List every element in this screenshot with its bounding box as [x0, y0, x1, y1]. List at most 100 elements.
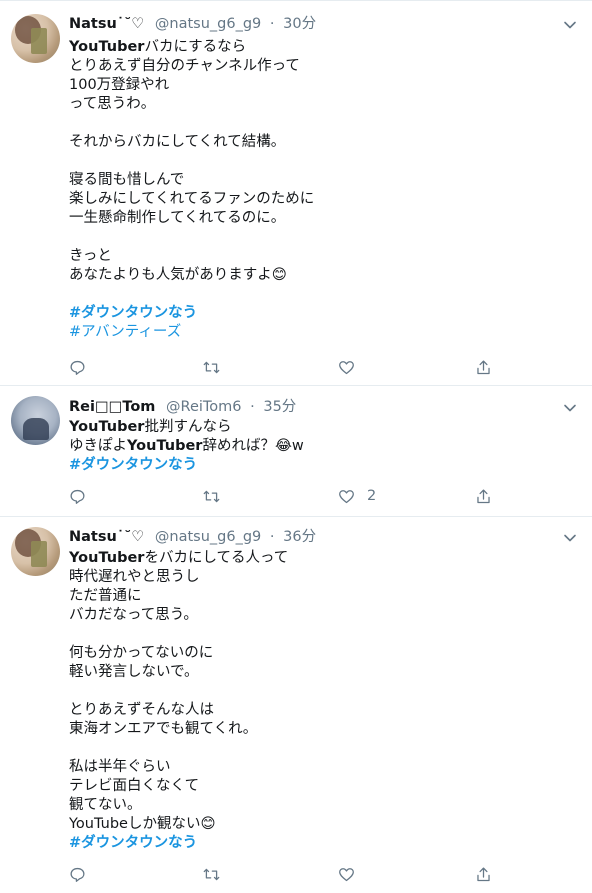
share-button[interactable]	[475, 357, 492, 377]
tweet-line-rest: 辞めれば？😂w	[202, 438, 304, 454]
tweet-timestamp[interactable]: 35分	[263, 399, 296, 415]
retweet-button[interactable]	[203, 357, 220, 377]
like-button[interactable]	[338, 864, 367, 884]
share-button[interactable]	[475, 486, 492, 506]
chevron-down-icon[interactable]	[563, 531, 577, 545]
tweet-line: YouTuber批判すんなら	[69, 418, 579, 437]
hashtag-link[interactable]: #アバンティーズ	[69, 323, 579, 342]
tweet-header: Natsu˙˘♡ @natsu_g6_g9 · 30分	[69, 14, 316, 34]
youtuber-text: YouTuber	[69, 39, 145, 55]
retweet-button[interactable]	[203, 864, 220, 884]
separator-dot: ·	[269, 16, 275, 32]
tweet-actions	[69, 864, 569, 884]
heart-icon	[339, 867, 354, 881]
heart-icon	[339, 489, 354, 503]
reply-icon	[70, 867, 85, 882]
like-count: 2	[367, 488, 377, 504]
tweet-line: 東海オンエアでも観てくれ。	[69, 721, 258, 737]
avatar[interactable]	[11, 396, 60, 445]
tweet-line: 楽しみにしてくれてるファンのために	[69, 191, 315, 207]
tweet-header: Rei□□Tom @ReiTom6 · 35分	[69, 397, 296, 417]
share-icon	[477, 866, 490, 881]
user-handle[interactable]: @natsu_g6_g9	[155, 529, 261, 545]
avatar-cup-shape	[31, 28, 47, 54]
like-button[interactable]	[338, 357, 367, 377]
avatar[interactable]	[11, 14, 60, 63]
tweet-line: 私は半年ぐらい	[69, 759, 171, 775]
hashtag-link[interactable]: #ダウンタウンなう	[69, 456, 579, 475]
tweet-line: 時代遅れやと思うし	[69, 569, 200, 585]
reply-button[interactable]	[69, 357, 86, 377]
display-name-suffix[interactable]: ˙˘♡	[117, 16, 145, 32]
retweet-icon	[203, 490, 220, 502]
tweet-line: とりあえず自分のチャンネル作って	[69, 58, 300, 74]
reply-icon	[70, 489, 85, 504]
tweet-timestamp[interactable]: 30分	[283, 16, 316, 32]
separator-dot: ·	[250, 399, 255, 415]
avatar-figure-shape	[23, 418, 49, 440]
tweet-line: 一生懸命制作してくれてるのに。	[69, 210, 286, 226]
tweet-line: YouTubeしか観ない😊	[69, 816, 216, 832]
tweet-line: ただ普通に	[69, 588, 142, 604]
display-name[interactable]: Rei□□Tom	[69, 399, 155, 415]
tweet-line-start: ゆきぽよ	[69, 438, 127, 454]
tweet-text: YouTuberバカにするなら とりあえず自分のチャンネル作って 100万登録や…	[69, 38, 579, 342]
like-button[interactable]: 2	[338, 486, 376, 506]
separator-dot: ·	[269, 529, 275, 545]
hashtag-link[interactable]: #ダウンタウンなう	[69, 304, 579, 323]
avatar[interactable]	[11, 527, 60, 576]
share-icon	[477, 488, 490, 503]
chevron-down-icon[interactable]	[563, 18, 577, 32]
youtuber-text: YouTuber	[127, 438, 203, 454]
tweet-line: 観てない。	[69, 797, 142, 813]
tweet-line: バカだなって思う。	[69, 607, 198, 623]
tweet-line: ゆきぽよYouTuber辞めれば？😂w	[69, 437, 579, 456]
retweet-button[interactable]	[203, 486, 220, 506]
tweet-header: Natsu˙˘♡ @natsu_g6_g9 · 36分	[69, 527, 316, 547]
tweet[interactable]: Rei□□Tom @ReiTom6 · 35分 YouTuber批判すんなら ゆ…	[0, 386, 592, 517]
heart-icon	[339, 360, 354, 374]
hashtag-link[interactable]: #ダウンタウンなう	[69, 834, 579, 853]
tweet-line: それからバカにしてくれて結構。	[69, 134, 286, 150]
youtuber-text: YouTuber	[69, 550, 145, 566]
display-name-suffix[interactable]: ˙˘♡	[117, 529, 145, 545]
tweet[interactable]: Natsu˙˘♡ @natsu_g6_g9 · 30分 YouTuberバカにす…	[0, 1, 592, 386]
avatar-cup-shape	[31, 541, 47, 567]
tweet-text: YouTuber批判すんなら ゆきぽよYouTuber辞めれば？😂w #ダウンタ…	[69, 418, 579, 475]
reply-icon	[70, 360, 85, 375]
tweet-line-rest: 批判すんなら	[144, 419, 232, 435]
display-name[interactable]: Natsu	[69, 529, 117, 545]
tweet-line: YouTuberバカにするなら	[69, 38, 579, 57]
chevron-down-icon[interactable]	[563, 401, 577, 415]
user-handle[interactable]: @ReiTom6	[166, 399, 242, 415]
share-button[interactable]	[475, 864, 492, 884]
tweet-line-rest: バカにするなら	[144, 39, 247, 55]
retweet-icon	[203, 361, 220, 373]
tweet-line-rest: をバカにしてる人って	[144, 550, 289, 566]
tweet-actions	[69, 357, 569, 377]
reply-button[interactable]	[69, 486, 86, 506]
tweet-line: 100万登録やれ	[69, 77, 170, 93]
tweet-timestamp[interactable]: 36分	[283, 529, 316, 545]
tweet-line: きっと	[69, 248, 112, 264]
display-name[interactable]: Natsu	[69, 16, 117, 32]
tweet-actions: 2	[69, 486, 569, 506]
user-handle[interactable]: @natsu_g6_g9	[155, 16, 261, 32]
tweet-line: 寝る間も惜しんで	[69, 172, 185, 188]
tweet-line: って思うわ。	[69, 96, 156, 112]
tweet-line: YouTuberをバカにしてる人って	[69, 549, 579, 568]
tweet-line: あなたよりも人気がありますよ😊	[69, 267, 287, 283]
share-icon	[477, 359, 490, 374]
tweet-line: 軽い発言しないで。	[69, 664, 199, 680]
retweet-icon	[203, 868, 220, 880]
reply-button[interactable]	[69, 864, 86, 884]
youtuber-text: YouTuber	[69, 419, 145, 435]
tweet[interactable]: Natsu˙˘♡ @natsu_g6_g9 · 36分 YouTuberをバカに…	[0, 517, 592, 893]
